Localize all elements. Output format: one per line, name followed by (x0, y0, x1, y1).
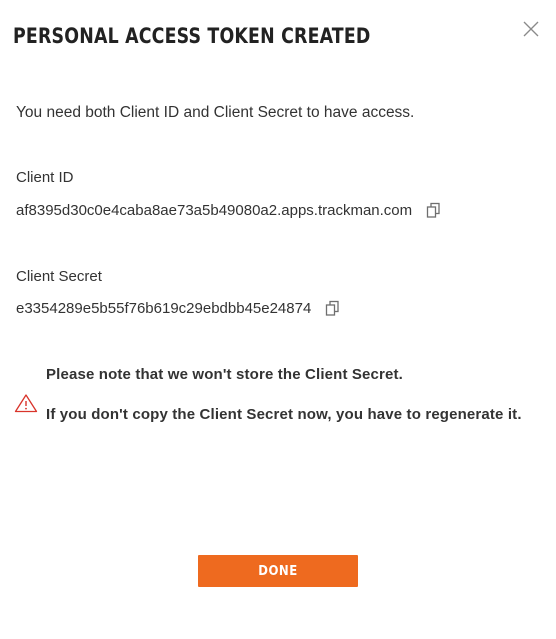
client-id-label: Client ID (16, 169, 74, 186)
warning-message-line-1: Please note that we won't store the Clie… (46, 366, 403, 383)
token-created-dialog: PERSONAL ACCESS TOKEN CREATED You need b… (0, 0, 556, 639)
copy-icon (326, 300, 339, 316)
done-button[interactable]: DONE (198, 555, 358, 587)
client-id-row: af8395d30c0e4caba8ae73a5b49080a2.apps.tr… (16, 201, 443, 219)
warning-message-line-2: If you don't copy the Client Secret now,… (46, 406, 522, 423)
intro-text: You need both Client ID and Client Secre… (16, 104, 415, 121)
close-button[interactable] (520, 18, 542, 40)
copy-client-secret-button[interactable] (324, 299, 342, 317)
client-secret-value[interactable]: e3354289e5b55f76b619c29ebdbb45e24874 (16, 300, 311, 317)
dialog-title: PERSONAL ACCESS TOKEN CREATED (13, 24, 371, 48)
warning-triangle-icon (14, 394, 38, 413)
close-icon (523, 21, 539, 37)
client-secret-row: e3354289e5b55f76b619c29ebdbb45e24874 (16, 299, 342, 317)
client-id-value[interactable]: af8395d30c0e4caba8ae73a5b49080a2.apps.tr… (16, 202, 412, 219)
copy-icon (427, 202, 440, 218)
client-secret-label: Client Secret (16, 268, 102, 285)
copy-client-id-button[interactable] (425, 201, 443, 219)
